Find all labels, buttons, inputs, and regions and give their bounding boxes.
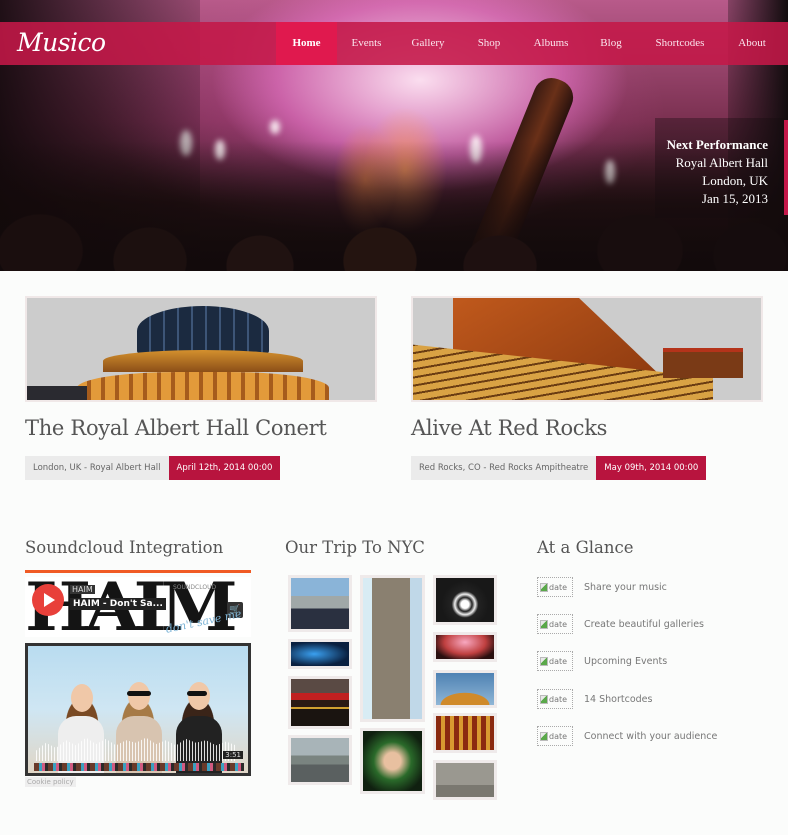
event-image-royal-albert-hall[interactable] xyxy=(25,296,377,402)
glance-item[interactable]: date Create beautiful galleries xyxy=(537,614,704,634)
gallery-image-airport-plane[interactable] xyxy=(288,735,352,785)
gallery-image-wall-plaque[interactable] xyxy=(433,760,497,800)
glance-item-label: Create beautiful galleries xyxy=(584,618,705,630)
soundcloud-player: HAIM HAIM HAIM - Don't Sa... SOUNDCLOUD … xyxy=(25,577,251,637)
event-location: Red Rocks, CO - Red Rocks Ampitheatre xyxy=(411,456,597,480)
image-placeholder-icon xyxy=(540,694,548,704)
person-face xyxy=(128,682,150,710)
sunglasses xyxy=(127,691,151,696)
stage-light xyxy=(270,120,280,134)
gallery-image-flatiron-building[interactable] xyxy=(360,575,425,722)
event-title[interactable]: Alive At Red Rocks xyxy=(411,416,763,440)
glance-item[interactable]: date Share your music xyxy=(537,577,667,597)
cookie-policy-link[interactable]: Cookie policy xyxy=(25,777,76,787)
image-placeholder-icon xyxy=(540,582,548,592)
broken-image-icon: date xyxy=(537,689,573,709)
event-meta: London, UK - Royal Albert Hall April 12t… xyxy=(25,456,377,480)
gallery-image-concert-crowd[interactable] xyxy=(433,632,497,662)
accent-bar xyxy=(784,120,788,215)
building-band xyxy=(77,372,329,400)
glance-item[interactable]: date Upcoming Events xyxy=(537,651,667,671)
main-nav: Home Events Gallery Shop Albums Blog Sho… xyxy=(276,22,782,65)
track-duration: 3:51 xyxy=(223,751,243,759)
glance-item-label: Share your music xyxy=(584,581,667,593)
track-artist[interactable]: HAIM xyxy=(70,585,95,594)
nav-blog[interactable]: Blog xyxy=(584,22,638,65)
event-location: London, UK - Royal Albert Hall xyxy=(25,456,169,480)
main-navbar: Musico Home Events Gallery Shop Albums B… xyxy=(0,22,788,65)
event-card: Alive At Red Rocks Red Rocks, CO - Red R… xyxy=(411,296,763,480)
glance-item[interactable]: date 14 Shortcodes xyxy=(537,689,652,709)
image-alt-text: date xyxy=(549,656,568,666)
gallery-image-guitar-player[interactable] xyxy=(433,575,497,625)
soundcloud-artwork: 3:51 xyxy=(25,643,251,776)
event-card: The Royal Albert Hall Conert London, UK … xyxy=(25,296,377,480)
sunglasses xyxy=(187,691,207,696)
event-meta: Red Rocks, CO - Red Rocks Ampitheatre Ma… xyxy=(411,456,763,480)
soundcloud-divider xyxy=(25,570,251,573)
next-performance-title: Next Performance xyxy=(666,137,768,152)
next-performance: Next Performance Royal Albert Hall Londo… xyxy=(667,136,768,208)
glance-widget-title: At a Glance xyxy=(537,538,634,557)
gallery-image-singer-microphone[interactable] xyxy=(360,728,425,794)
event-image-red-rocks[interactable] xyxy=(411,296,763,402)
dome-shape xyxy=(137,306,269,356)
glance-item-label: Upcoming Events xyxy=(584,655,668,667)
gallery-widget-title: Our Trip To NYC xyxy=(285,538,425,557)
image-alt-text: date xyxy=(549,731,568,741)
glance-item[interactable]: date Connect with your audience xyxy=(537,726,717,746)
image-alt-text: date xyxy=(549,582,568,592)
gallery-image-nyc-skyline[interactable] xyxy=(288,575,352,632)
image-placeholder-icon xyxy=(540,731,548,741)
broken-image-icon: date xyxy=(537,651,573,671)
nav-events[interactable]: Events xyxy=(337,22,396,65)
broken-image-icon: date xyxy=(537,577,573,597)
comment-avatars[interactable] xyxy=(34,763,244,771)
play-icon[interactable] xyxy=(32,584,64,616)
event-date-badge: April 12th, 2014 00:00 xyxy=(168,456,281,480)
image-alt-text: date xyxy=(549,694,568,704)
event-title[interactable]: The Royal Albert Hall Conert xyxy=(25,416,377,440)
gallery-image-concert-blue-lights[interactable] xyxy=(288,639,352,669)
stage-structure xyxy=(663,348,743,378)
broken-image-icon: date xyxy=(537,614,573,634)
gallery-image-theater-seats[interactable] xyxy=(433,713,497,753)
building-band xyxy=(103,350,303,372)
person-face xyxy=(188,682,210,710)
glance-item-label: Connect with your audience xyxy=(584,730,718,742)
image-placeholder-icon xyxy=(540,656,548,666)
gallery-image-nbc-studios[interactable] xyxy=(288,676,352,729)
site-logo[interactable]: Musico xyxy=(17,28,106,57)
image-placeholder-icon xyxy=(540,619,548,629)
nav-about[interactable]: About xyxy=(722,22,782,65)
nav-gallery[interactable]: Gallery xyxy=(396,22,460,65)
soundcloud-logo[interactable]: SOUNDCLOUD xyxy=(173,584,216,591)
gallery-image-royal-albert-hall[interactable] xyxy=(433,670,497,708)
soundcloud-widget-title: Soundcloud Integration xyxy=(25,538,224,557)
glance-item-label: 14 Shortcodes xyxy=(584,693,653,705)
nav-albums[interactable]: Albums xyxy=(518,22,584,65)
nav-home[interactable]: Home xyxy=(276,22,337,65)
next-performance-date: Jan 15, 2013 xyxy=(701,191,768,206)
track-title[interactable]: HAIM - Don't Sa... xyxy=(70,598,166,610)
image-alt-text: date xyxy=(549,619,568,629)
person-face xyxy=(71,684,93,712)
next-performance-city: London, UK xyxy=(702,173,768,188)
rooftops xyxy=(27,386,87,400)
nav-shortcodes[interactable]: Shortcodes xyxy=(638,22,722,65)
next-performance-venue: Royal Albert Hall xyxy=(675,155,768,170)
event-date-badge: May 09th, 2014 00:00 xyxy=(596,456,707,480)
nav-shop[interactable]: Shop xyxy=(460,22,518,65)
broken-image-icon: date xyxy=(537,726,573,746)
